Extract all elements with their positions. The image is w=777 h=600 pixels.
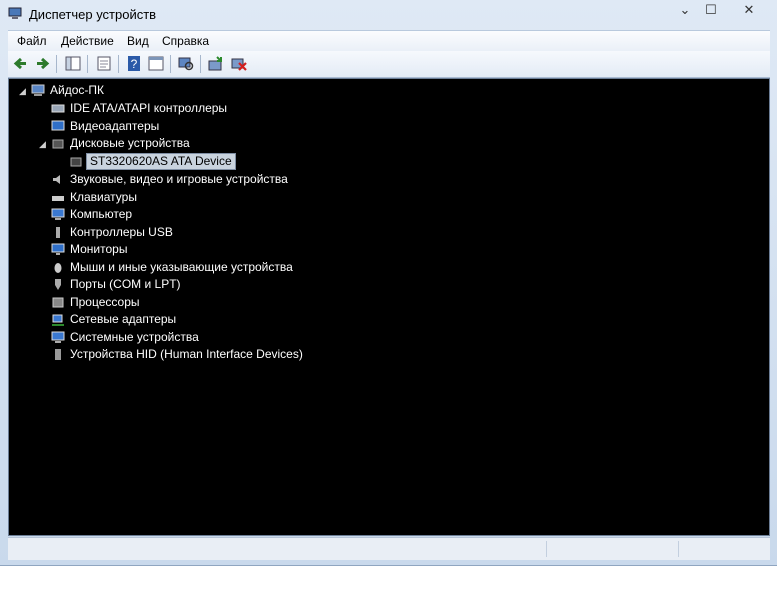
- update-driver-icon[interactable]: [207, 55, 225, 72]
- menu-action[interactable]: Действие: [61, 34, 114, 48]
- forward-icon[interactable]: [33, 55, 51, 72]
- minimize-button[interactable]: ⌄: [673, 2, 697, 18]
- tree-category[interactable]: IDE ATA/ATAPI контроллеры: [51, 100, 291, 117]
- scan-hardware-icon[interactable]: [177, 55, 195, 72]
- tree-category[interactable]: Компьютер: [51, 206, 291, 223]
- console-tree-icon[interactable]: [64, 55, 82, 72]
- tree-category[interactable]: Видеоадаптеры: [51, 118, 291, 135]
- tree-category[interactable]: Контроллеры USB: [51, 224, 291, 241]
- keyboard-icon: [52, 196, 64, 201]
- toolbar-separator: [87, 55, 88, 73]
- close-button[interactable]: ✕: [737, 2, 761, 18]
- menu-view[interactable]: Вид: [127, 34, 149, 48]
- toolbar: ?: [8, 51, 770, 78]
- tree-category[interactable]: Процессоры: [51, 294, 291, 311]
- menu-file[interactable]: Файл: [17, 34, 47, 48]
- tree-category[interactable]: Порты (COM и LPT): [51, 276, 291, 293]
- usb-icon: [56, 227, 60, 238]
- svg-text:?: ?: [131, 57, 138, 71]
- window-title: Диспетчер устройств: [29, 7, 157, 22]
- tree-category[interactable]: Звуковые, видео и игровые устройства: [51, 171, 351, 188]
- menu-bar: Файл Действие Вид Справка: [8, 30, 770, 52]
- status-cell: [546, 541, 677, 557]
- uninstall-device-icon[interactable]: [230, 55, 248, 72]
- tree-category[interactable]: Дисковые устройства: [51, 135, 291, 152]
- computer-icon: [31, 84, 45, 96]
- tree-category[interactable]: Устройства HID (Human Interface Devices): [51, 346, 351, 363]
- collapse-arrow-icon[interactable]: ◢: [39, 139, 46, 150]
- device-manager-icon: [8, 7, 22, 19]
- tree-category[interactable]: Мыши и иные указывающие устройства: [51, 259, 351, 276]
- port-icon: [55, 279, 61, 290]
- processor-icon: [52, 297, 64, 308]
- show-hidden-icon[interactable]: [147, 55, 165, 72]
- tree-root-label: Айдос-ПК: [50, 83, 104, 97]
- collapse-arrow-icon[interactable]: ◢: [19, 86, 26, 97]
- hid-icon: [55, 349, 61, 360]
- disk-drive-icon: [70, 157, 82, 167]
- network-adapter-icon: [52, 314, 64, 326]
- tree-category[interactable]: Клавиатуры: [51, 189, 291, 206]
- tree-category[interactable]: Сетевые адаптеры: [51, 311, 291, 328]
- display-adapter-icon: [51, 120, 65, 131]
- toolbar-separator: [56, 55, 57, 73]
- help-icon[interactable]: ?: [125, 55, 143, 72]
- monitor-icon: [51, 243, 65, 255]
- mouse-icon: [54, 263, 62, 273]
- tree-device-selected[interactable]: ST3320620AS ATA Device: [69, 153, 269, 170]
- menu-help[interactable]: Справка: [162, 34, 209, 48]
- toolbar-separator: [200, 55, 201, 73]
- title-bar: Диспетчер устройств ⌄ ☐ ✕: [0, 0, 777, 28]
- status-cell: [678, 541, 769, 557]
- maximize-button[interactable]: ☐: [699, 2, 723, 18]
- speaker-icon: [53, 175, 60, 184]
- ide-controller-icon: [51, 104, 65, 113]
- system-device-icon: [51, 331, 65, 343]
- disk-drive-icon: [52, 139, 64, 149]
- tree-category[interactable]: Мониторы: [51, 241, 291, 258]
- toolbar-separator: [118, 55, 119, 73]
- computer-icon: [51, 208, 65, 220]
- back-icon[interactable]: [12, 55, 30, 72]
- device-manager-window: Диспетчер устройств ⌄ ☐ ✕ Файл Действие …: [0, 0, 777, 566]
- status-bar: [8, 537, 770, 560]
- tree-category[interactable]: Системные устройства: [51, 329, 291, 346]
- device-tree[interactable]: ◢ Айдос-ПК IDE ATA/ATAPI контроллеры Вид…: [8, 78, 770, 536]
- toolbar-separator: [170, 55, 171, 73]
- tree-root[interactable]: Айдос-ПК: [31, 82, 151, 99]
- properties-icon[interactable]: [95, 55, 113, 72]
